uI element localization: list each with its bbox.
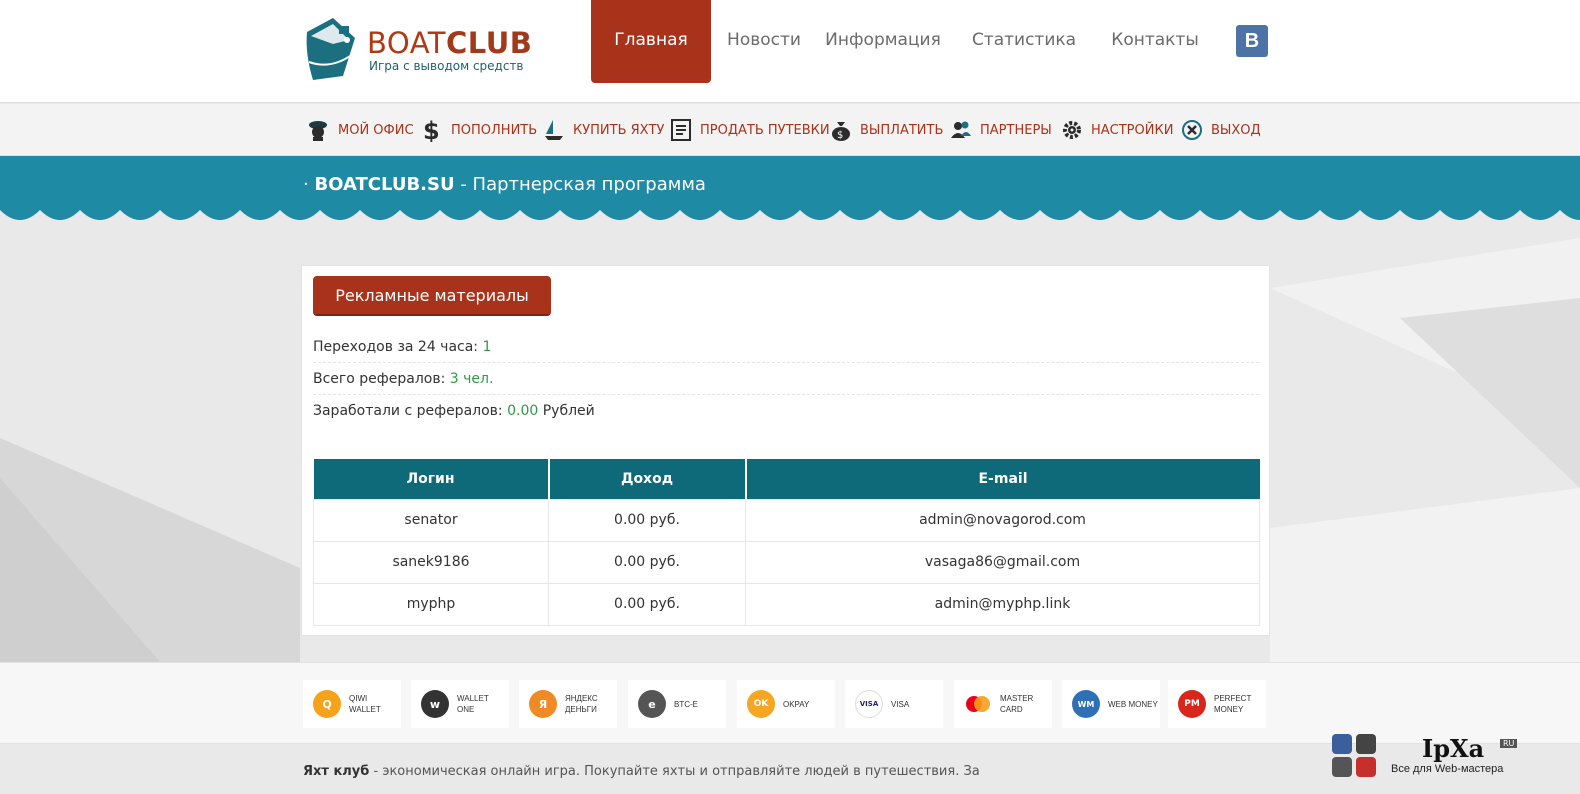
perfectmoney-icon: PM: [1178, 690, 1206, 718]
cell-email: vasaga86@gmail.com: [745, 540, 1260, 584]
menu-sell-tickets[interactable]: ПРОДАТЬ ПУТЕВКИ: [670, 104, 830, 156]
menu-label: МОЙ ОФИС: [338, 122, 414, 138]
payment-webmoney: WM WEB MONEY: [1062, 680, 1160, 728]
menu-label: КУПИТЬ ЯХТУ: [573, 122, 665, 138]
payment-qiwi: Q QIWI WALLET: [303, 680, 401, 728]
cell-email: admin@novagorod.com: [745, 498, 1260, 542]
okpay-icon: OK: [747, 690, 775, 718]
visa-icon: VISA: [855, 690, 883, 718]
menu-logout[interactable]: ВЫХОД: [1181, 104, 1261, 156]
svg-text:$: $: [837, 130, 843, 141]
cell-income: 0.00 руб.: [548, 540, 746, 584]
payment-okpay: OK OKPAY: [737, 680, 835, 728]
table-row: myphp 0.00 руб. admin@myphp.link: [313, 582, 1260, 626]
ship-logo-icon: [306, 18, 355, 80]
menu-label: ВЫХОД: [1211, 122, 1261, 138]
yandex-money-icon: Я: [529, 690, 557, 718]
ipxa-watermark: IpXa RU Все для Web-мастера: [1330, 731, 1530, 781]
partner-panel: Рекламные материалы Переходов за 24 часа…: [301, 265, 1270, 636]
dollar-icon: $: [423, 118, 440, 142]
cell-income: 0.00 руб.: [548, 498, 746, 542]
btce-icon: e: [638, 690, 666, 718]
stat-referral-earnings: Заработали с рефералов: 0.00 Рублей: [313, 403, 595, 419]
menu-label: ПАРТНЕРЫ: [980, 122, 1052, 138]
menu-label: ВЫПЛАТИТЬ: [860, 122, 944, 138]
table-row: senator 0.00 руб. admin@novagorod.com: [313, 498, 1260, 542]
footer-description: Яхт клуб - экономическая онлайн игра. По…: [303, 764, 980, 779]
stat-clicks-24h: Переходов за 24 часа: 1: [313, 331, 1259, 363]
nav-contacts[interactable]: Контакты: [1099, 0, 1211, 83]
cell-login: senator: [313, 498, 549, 542]
site-logo[interactable]: BOATCLUB Игра с выводом средств: [303, 14, 543, 84]
logo-square-icon: [1332, 757, 1352, 777]
users-icon: [951, 121, 971, 138]
logo-brand: BOATCLUB: [367, 26, 533, 60]
top-navigation: Главная Новости Информация Статистика Ко…: [591, 0, 1211, 83]
watermark-name: IpXa: [1422, 734, 1485, 763]
logo-square-icon: [1332, 734, 1352, 754]
watermark-ru: RU: [1500, 739, 1518, 748]
payment-perfectmoney: PM PERFECT MONEY: [1168, 680, 1266, 728]
menu-withdraw[interactable]: $ ВЫПЛАТИТЬ: [830, 104, 943, 156]
site-header: BOATCLUB Игра с выводом средств Главная …: [0, 0, 1580, 103]
logo-square-icon: [1356, 734, 1376, 754]
page-title: · BOATCLUB.SU - Партнерская программа: [303, 174, 706, 195]
payment-btce: e BTC-E: [628, 680, 726, 728]
menu-buy-yacht[interactable]: КУПИТЬ ЯХТУ: [543, 104, 664, 156]
promo-materials-button[interactable]: Рекламные материалы: [313, 276, 551, 316]
col-income: Доход: [548, 459, 747, 499]
webmoney-icon: WM: [1072, 690, 1100, 718]
logo-square-icon: [1356, 757, 1376, 777]
col-login: Логин: [313, 459, 550, 499]
cell-income: 0.00 руб.: [548, 582, 746, 626]
col-email: E-mail: [745, 459, 1260, 499]
menu-partners[interactable]: ПАРТНЕРЫ: [950, 104, 1052, 156]
payment-walletone: w WALLET ONE: [411, 680, 509, 728]
referrals-table: Логин Доход E-mail senator 0.00 руб. adm…: [313, 459, 1260, 626]
table-header-row: Логин Доход E-mail: [313, 459, 1260, 499]
menu-settings[interactable]: НАСТРОЙКИ: [1061, 104, 1173, 156]
cell-login: sanek9186: [313, 540, 549, 584]
vk-icon[interactable]: В: [1236, 25, 1268, 57]
nav-home[interactable]: Главная: [591, 0, 711, 83]
payment-visa: VISA VISA: [845, 680, 943, 728]
table-row: sanek9186 0.00 руб. vasaga86@gmail.com: [313, 540, 1260, 584]
qiwi-icon: Q: [313, 690, 341, 718]
captain-icon: [309, 121, 327, 141]
logo-tagline: Игра с выводом средств: [369, 59, 524, 73]
nav-stats[interactable]: Статистика: [949, 0, 1099, 83]
cell-login: myphp: [313, 582, 549, 626]
menu-label: ПРОДАТЬ ПУТЕВКИ: [700, 122, 830, 138]
payment-mastercard: MASTER CARD: [954, 680, 1052, 728]
svg-text:$: $: [423, 118, 440, 142]
sailboat-icon: [545, 120, 563, 140]
wave-divider: [0, 196, 1580, 228]
document-icon: [671, 119, 691, 141]
cabinet-menu: МОЙ ОФИС $ ПОПОЛНИТЬ КУПИТЬ ЯХТУ ПРОДАТЬ…: [0, 104, 1580, 156]
cell-email: admin@myphp.link: [745, 582, 1260, 626]
money-bag-icon: $: [832, 122, 850, 141]
watermark-tagline: Все для Web-мастера: [1391, 763, 1504, 775]
menu-label: ПОПОЛНИТЬ: [451, 122, 538, 138]
payment-yandex: Я ЯНДЕКС ДЕНЬГИ: [519, 680, 617, 728]
close-circle-icon: [1182, 120, 1202, 140]
walletone-icon: w: [421, 690, 449, 718]
stat-total-referrals: Всего рефералов: 3 чел.: [313, 363, 1259, 395]
mastercard-icon: [966, 696, 990, 712]
menu-deposit[interactable]: $ ПОПОЛНИТЬ: [421, 104, 537, 156]
menu-my-office[interactable]: МОЙ ОФИС: [306, 104, 414, 156]
menu-label: НАСТРОЙКИ: [1091, 122, 1174, 138]
gear-icon: [1063, 121, 1081, 139]
nav-news[interactable]: Новости: [711, 0, 817, 83]
nav-info[interactable]: Информация: [817, 0, 949, 83]
